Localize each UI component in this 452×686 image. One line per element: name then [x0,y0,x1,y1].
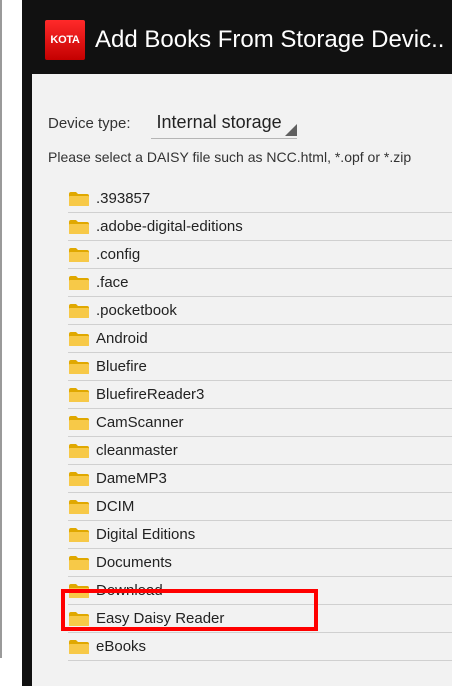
folder-icon [69,471,89,486]
folder-name: BluefireReader3 [96,386,205,403]
folder-icon [69,611,89,626]
folder-item[interactable]: Download [68,577,452,605]
folder-item[interactable]: Digital Editions [68,521,452,549]
folder-name: Android [96,330,148,347]
folder-item[interactable]: Easy Daisy Reader [68,605,452,633]
kota-logo-icon: KOTA [45,20,85,60]
folder-item[interactable]: Bluefire [68,353,452,381]
folder-icon [69,499,89,514]
folder-icon [69,219,89,234]
folder-name: .393857 [96,190,151,207]
folder-name: Digital Editions [96,526,196,543]
device-type-dropdown[interactable]: Internal storage [150,108,297,139]
device-type-value: Internal storage [156,112,282,132]
folder-icon [69,331,89,346]
folder-name: Download [96,582,163,599]
folder-icon [69,275,89,290]
folder-name: .face [96,274,129,291]
folder-icon [69,191,89,206]
folder-icon [69,443,89,458]
folder-name: .pocketbook [96,302,177,319]
folder-icon [69,303,89,318]
folder-icon [69,415,89,430]
instruction-text: Please select a DAISY file such as NCC.h… [48,149,412,165]
dropdown-triangle-icon [284,123,297,136]
folder-item[interactable]: .config [68,241,452,269]
folder-item[interactable]: Documents [68,549,452,577]
folder-icon [69,555,89,570]
folder-item[interactable]: DCIM [68,493,452,521]
folder-item[interactable]: eBooks [68,633,452,661]
folder-item[interactable]: CamScanner [68,409,452,437]
device-type-row: Device type: Internal storage [48,106,297,140]
dialog-content: Device type: Internal storage Please sel… [32,74,452,686]
folder-item[interactable]: .393857 [68,185,452,213]
folder-name: eBooks [96,638,147,655]
folder-name: Easy Daisy Reader [96,610,225,627]
folder-item[interactable]: DameMP3 [68,465,452,493]
folder-icon [69,359,89,374]
folder-name: .config [96,246,141,263]
folder-icon [69,247,89,262]
folder-list: .393857 .adobe-digital-editions .config .fa… [68,185,452,661]
frame-border-left [0,0,2,658]
folder-icon [69,639,89,654]
folder-item[interactable]: .pocketbook [68,297,452,325]
folder-name: cleanmaster [96,442,178,459]
folder-name: Documents [96,554,172,571]
phone-screen: KOTA Add Books From Storage Devic... Dev… [22,0,452,686]
folder-item[interactable]: .face [68,269,452,297]
folder-name: DameMP3 [96,470,167,487]
folder-item[interactable]: BluefireReader3 [68,381,452,409]
folder-name: .adobe-digital-editions [96,218,243,235]
folder-icon [69,527,89,542]
folder-icon [69,387,89,402]
folder-name: Bluefire [96,358,147,375]
folder-item[interactable]: .adobe-digital-editions [68,213,452,241]
folder-item[interactable]: cleanmaster [68,437,452,465]
device-type-label: Device type: [48,114,131,132]
folder-name: DCIM [96,498,135,515]
folder-name: CamScanner [96,414,184,431]
folder-icon [69,583,89,598]
title-bar: KOTA Add Books From Storage Devic... [22,6,452,74]
page-title: Add Books From Storage Devic... [95,26,445,53]
folder-item[interactable]: Android [68,325,452,353]
